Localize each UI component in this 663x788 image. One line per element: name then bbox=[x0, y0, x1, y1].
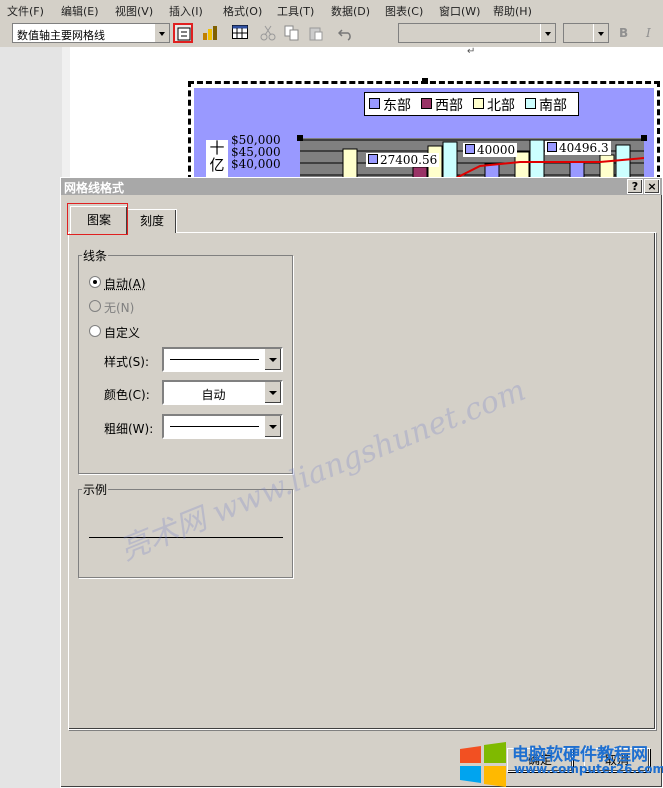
left-pane-strip bbox=[62, 47, 70, 177]
paste-icon bbox=[309, 27, 323, 41]
cut-icon bbox=[260, 25, 276, 41]
data-label-text: 40496.3 bbox=[559, 141, 609, 155]
data-table-icon bbox=[232, 25, 248, 39]
data-label-text: 27400.56 bbox=[380, 153, 438, 167]
line-group-label: 线条 bbox=[82, 247, 109, 264]
color-value: 自动 bbox=[201, 388, 226, 402]
legend-item-north: 北部 bbox=[473, 95, 515, 115]
chart-type-icon bbox=[203, 26, 217, 40]
sample-group-label: 示例 bbox=[82, 481, 109, 498]
menu-data[interactable]: 数据(D) bbox=[331, 3, 370, 19]
legend-swatch bbox=[473, 98, 484, 109]
selection-handle[interactable] bbox=[422, 78, 428, 84]
format-gridlines-button[interactable] bbox=[173, 23, 193, 43]
italic-button[interactable]: I bbox=[646, 26, 651, 40]
style-label: 样式(S): bbox=[104, 355, 150, 369]
menu-view[interactable]: 视图(V) bbox=[115, 3, 153, 19]
line-style-preview bbox=[170, 359, 259, 360]
legend-item-south: 南部 bbox=[525, 95, 567, 115]
chart-legend[interactable]: 东部 西部 北部 南部 bbox=[364, 92, 579, 116]
menu-bar: 文件(F) 编辑(E) 视图(V) 插入(I) 格式(O) 工具(T) 数据(D… bbox=[0, 0, 663, 20]
menu-edit[interactable]: 编辑(E) bbox=[61, 3, 99, 19]
paragraph-mark-icon: ↵ bbox=[467, 46, 476, 57]
dialog-titlebar[interactable]: 网格线格式 ? × bbox=[61, 178, 662, 195]
line-weight-preview bbox=[170, 426, 259, 427]
bar bbox=[529, 139, 545, 181]
y-axis-title[interactable]: 十亿 bbox=[206, 140, 228, 177]
color-select[interactable]: 自动 bbox=[162, 380, 283, 405]
data-label-marker bbox=[465, 144, 475, 154]
chevron-down-icon[interactable] bbox=[540, 24, 555, 42]
paste-button[interactable] bbox=[306, 23, 326, 43]
chart-element-select[interactable]: 数值轴主要网格线 bbox=[12, 23, 170, 43]
cut-button[interactable] bbox=[258, 23, 278, 43]
tab-highlight bbox=[67, 203, 128, 235]
format-icon bbox=[177, 27, 191, 41]
undo-icon bbox=[338, 29, 351, 41]
weight-label: 粗细(W): bbox=[104, 422, 154, 436]
close-button[interactable]: × bbox=[644, 179, 660, 194]
left-pane bbox=[0, 47, 63, 788]
data-label[interactable]: 27400.56 bbox=[366, 153, 440, 167]
legend-label: 西部 bbox=[435, 98, 463, 114]
color-label: 颜色(C): bbox=[104, 388, 150, 402]
help-button[interactable]: ? bbox=[627, 179, 643, 194]
menu-window[interactable]: 窗口(W) bbox=[439, 3, 480, 19]
menu-help[interactable]: 帮助(H) bbox=[493, 3, 532, 19]
chart-element-value: 数值轴主要网格线 bbox=[17, 29, 105, 42]
legend-label: 东部 bbox=[383, 98, 411, 114]
logo-url: www.computer26.com bbox=[514, 762, 663, 776]
menu-tools[interactable]: 工具(T) bbox=[277, 3, 314, 19]
copy-icon bbox=[284, 25, 299, 41]
menu-file[interactable]: 文件(F) bbox=[7, 3, 44, 19]
copy-button[interactable] bbox=[282, 23, 302, 43]
radio-auto-label[interactable]: 自动(A) bbox=[104, 275, 146, 292]
bar bbox=[442, 141, 458, 181]
bold-button[interactable]: B bbox=[619, 26, 628, 40]
legend-item-east: 东部 bbox=[369, 95, 411, 115]
menu-format[interactable]: 格式(O) bbox=[223, 3, 262, 19]
style-select[interactable] bbox=[162, 347, 283, 372]
y-tick-label: $40,000 bbox=[231, 157, 281, 171]
data-label[interactable]: 40496.3 bbox=[545, 141, 611, 155]
data-label-marker bbox=[547, 142, 557, 152]
data-label[interactable]: 40000 bbox=[463, 143, 518, 157]
tab-scale[interactable]: 刻度 bbox=[127, 209, 177, 233]
radio-custom-label[interactable]: 自定义 bbox=[104, 324, 140, 341]
menu-insert[interactable]: 插入(I) bbox=[169, 3, 203, 19]
legend-swatch bbox=[525, 98, 536, 109]
radio-none-label[interactable]: 无(N) bbox=[104, 299, 134, 316]
windows-logo-icon bbox=[460, 742, 506, 787]
radio-none[interactable] bbox=[89, 300, 101, 312]
chevron-down-icon[interactable] bbox=[264, 349, 281, 370]
data-label-text: 40000 bbox=[477, 143, 516, 157]
bar bbox=[615, 144, 631, 181]
site-logo: 电脑软硬件教程网 www.computer26.com bbox=[458, 738, 663, 788]
dialog-title: 网格线格式 bbox=[64, 181, 125, 195]
undo-button[interactable] bbox=[336, 23, 356, 43]
chevron-down-icon[interactable] bbox=[154, 24, 169, 42]
radio-auto[interactable] bbox=[89, 276, 101, 288]
legend-item-west: 西部 bbox=[421, 95, 463, 115]
data-label-marker bbox=[368, 154, 378, 164]
data-table-button[interactable] bbox=[230, 23, 250, 43]
legend-swatch bbox=[421, 98, 432, 109]
font-size-select[interactable] bbox=[563, 23, 609, 43]
legend-swatch bbox=[369, 98, 380, 109]
selection-handle[interactable] bbox=[297, 135, 303, 141]
menu-chart[interactable]: 图表(C) bbox=[385, 3, 423, 19]
chevron-down-icon[interactable] bbox=[593, 24, 608, 42]
selection-handle[interactable] bbox=[641, 135, 647, 141]
chevron-down-icon[interactable] bbox=[264, 416, 281, 437]
legend-label: 南部 bbox=[539, 98, 567, 114]
chart-type-button[interactable] bbox=[200, 23, 220, 43]
chevron-down-icon[interactable] bbox=[264, 382, 281, 403]
legend-label: 北部 bbox=[487, 98, 515, 114]
weight-select[interactable] bbox=[162, 414, 283, 439]
radio-custom[interactable] bbox=[89, 325, 101, 337]
font-name-select[interactable] bbox=[398, 23, 556, 43]
